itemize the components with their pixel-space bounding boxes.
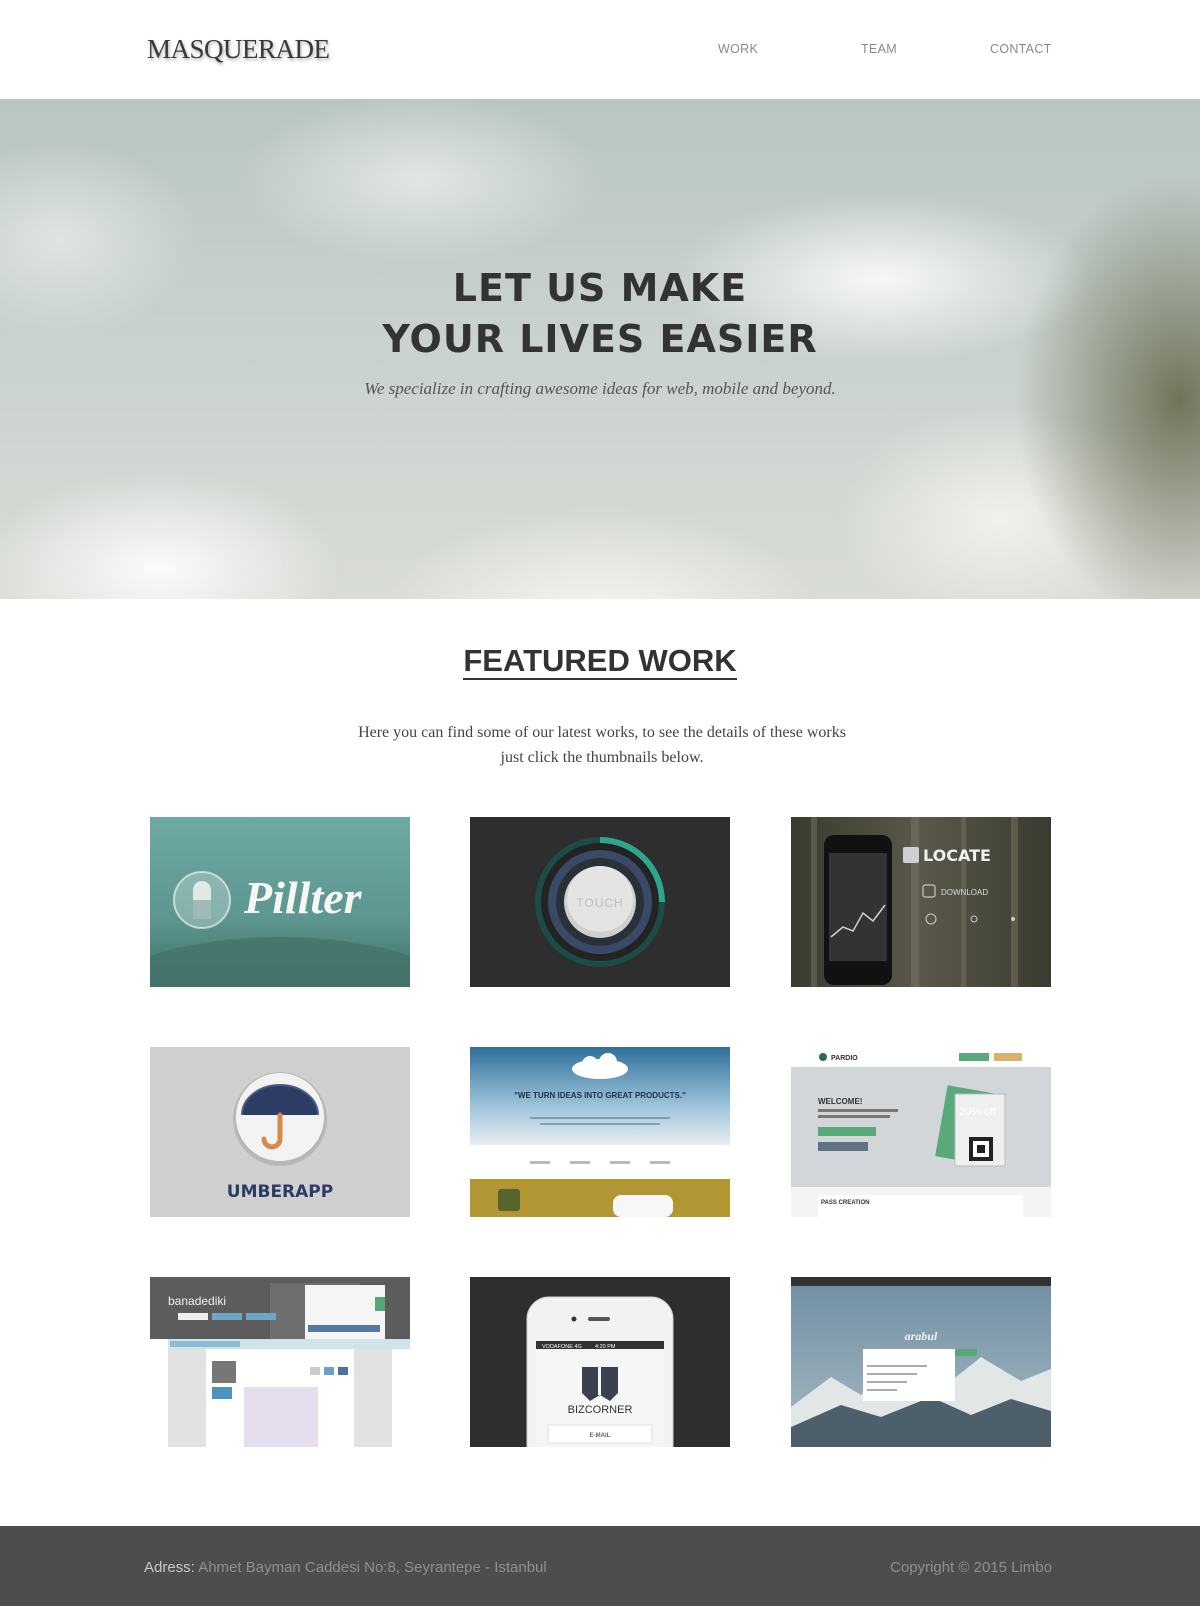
featured-intro-line1: Here you can find some of our latest wor… [358,724,846,741]
hero-title: LET US MAKE YOUR LIVES EASIER [0,263,1200,365]
site-footer: Adress: Ahmet Bayman Caddesi No:8, Seyra… [0,1526,1200,1606]
ideas-artwork: "WE TURN IDEAS INTO GREAT PRODUCTS." [470,1047,730,1217]
umberapp-artwork: UMBERAPP [150,1047,410,1217]
footer-address-value: Ahmet Bayman Caddesi No:8, Seyrantepe - … [198,1559,547,1576]
hero-title-line2: YOUR LIVES EASIER [382,317,818,361]
nav-team-link[interactable]: TEAM [861,42,897,56]
featured-intro: Here you can find some of our latest wor… [320,720,884,770]
pardio-offer: 20% off [959,1106,997,1118]
pillter-text: Pillter [243,872,363,923]
touch-artwork: TOUCH [470,817,730,987]
thumbnail-ideas[interactable]: "WE TURN IDEAS INTO GREAT PRODUCTS." [470,1047,730,1217]
pardio-artwork: PARDIO WELCOME! 20% off PASS CREATION [791,1047,1051,1217]
bizcorner-time: 4:20 PM [595,1344,616,1350]
locate-artwork: LOCATE DOWNLOAD [791,817,1051,987]
umberapp-text: UMBERAPP [227,1182,333,1202]
bizcorner-brand: BIZCORNER [568,1404,633,1416]
thumbnail-pillter[interactable]: Pillter [150,817,410,987]
thumbnail-banadediki[interactable]: banadediki [150,1277,410,1447]
pardio-brand: PARDIO [831,1055,858,1062]
nav-work-link[interactable]: WORK [718,42,758,56]
hero-banner: LET US MAKE YOUR LIVES EASIER We special… [0,99,1200,599]
featured-intro-line2: just click the thumbnails below. [500,749,704,766]
pillter-artwork: Pillter [150,817,410,987]
bizcorner-email: E-MAIL [590,1433,611,1439]
arabul-artwork: arabul [791,1277,1051,1447]
featured-heading: FEATURED WORK [0,644,1200,680]
thumbnail-bizcorner[interactable]: VODAFONE 4G 4:20 PM BIZCORNER E-MAIL [470,1277,730,1447]
thumbnail-touch[interactable]: TOUCH [470,817,730,987]
footer-address: Adress: Ahmet Bayman Caddesi No:8, Seyra… [144,1559,547,1576]
touch-text: TOUCH [576,896,623,910]
site-header: MASQUERADE WORK TEAM CONTACT [0,0,1200,99]
ideas-quote: "WE TURN IDEAS INTO GREAT PRODUCTS." [514,1091,686,1100]
thumbnail-locate[interactable]: LOCATE DOWNLOAD [791,817,1051,987]
pardio-pass: PASS CREATION [821,1200,869,1206]
thumbnail-umberapp[interactable]: UMBERAPP [150,1047,410,1217]
bizcorner-artwork: VODAFONE 4G 4:20 PM BIZCORNER E-MAIL [470,1277,730,1447]
banadediki-artwork: banadediki [150,1277,410,1447]
pardio-welcome: WELCOME! [818,1097,862,1106]
thumbnail-pardio[interactable]: PARDIO WELCOME! 20% off PASS CREATION [791,1047,1051,1217]
footer-address-label: Adress: [144,1559,195,1576]
hero-title-line1: LET US MAKE [452,266,748,310]
featured-title: FEATURED WORK [463,643,737,680]
site-logo[interactable]: MASQUERADE [147,34,330,65]
locate-title: LOCATE [923,846,991,865]
arabul-brand: arabul [905,1329,938,1343]
bizcorner-carrier: VODAFONE 4G [542,1344,582,1350]
locate-download: DOWNLOAD [941,888,988,897]
thumbnail-arabul[interactable]: arabul [791,1277,1051,1447]
banadediki-brand: banadediki [168,1294,226,1308]
hero-subtitle: We specialize in crafting awesome ideas … [364,379,836,398]
footer-copyright: Copyright © 2015 Limbo [890,1559,1052,1576]
nav-contact-link[interactable]: CONTACT [990,42,1052,56]
